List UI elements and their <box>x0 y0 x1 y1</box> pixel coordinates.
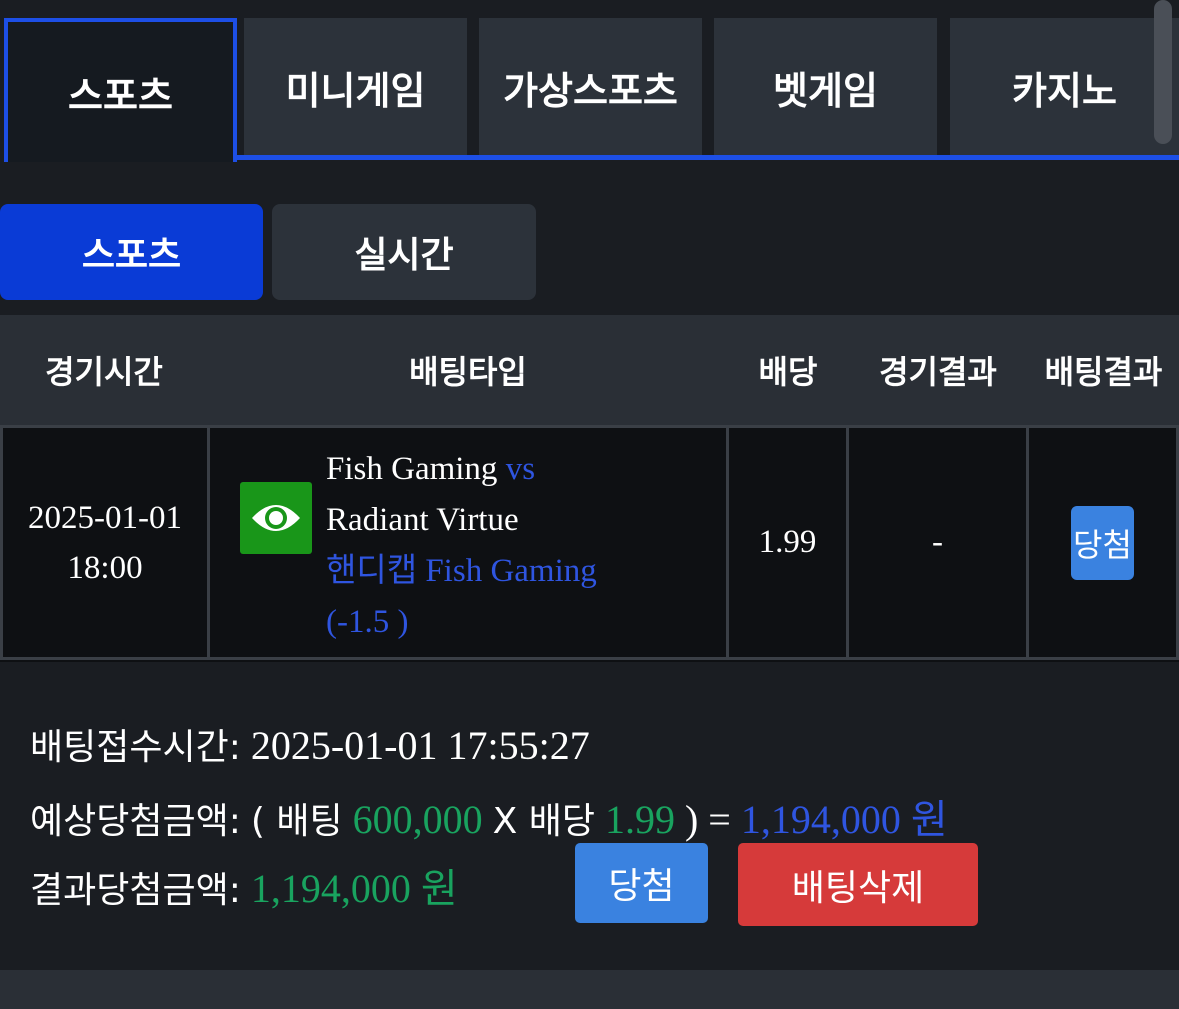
col-header-match-time: 경기시간 <box>45 353 163 391</box>
cell-match-time: 2025-01-01 18:00 <box>0 425 210 660</box>
subtab-label: 실시간 <box>354 235 454 276</box>
bet-result-badge[interactable]: 당첨 <box>1071 505 1134 580</box>
cell-bet-type: Fish Gaming vs Radiant Virtue 핸디캡 Fish G… <box>207 425 729 660</box>
odds-value: 1.99 <box>758 524 817 560</box>
tab-label: 미니게임 <box>285 68 426 113</box>
col-header-bet-result: 배팅결과 <box>1044 353 1163 391</box>
received-value: 2025-01-01 17:55:27 <box>250 723 590 768</box>
tab-minigame[interactable]: 미니게임 <box>244 18 467 156</box>
team-away: Radiant Virtue <box>326 502 519 538</box>
expected-open: ( 배팅 <box>250 801 343 842</box>
tab-label: 스포츠 <box>68 73 173 118</box>
handicap-value: (-1.5 ) <box>326 604 409 640</box>
tab-virtual-sports[interactable]: 가상스포츠 <box>479 18 702 156</box>
eye-icon[interactable] <box>240 482 312 554</box>
times-odds: X 배당 <box>492 801 595 842</box>
cell-match-result: - <box>846 425 1029 660</box>
subtab-label: 스포츠 <box>81 235 182 276</box>
match-result-value: - <box>932 524 943 560</box>
top-tab-bar: 스포츠 미니게임 가상스포츠 벳게임 카지노 <box>0 0 1179 162</box>
tab-casino[interactable]: 카지노 <box>950 18 1179 156</box>
tab-underline <box>234 155 1179 160</box>
bet-description: Fish Gaming vs Radiant Virtue 핸디캡 Fish G… <box>326 444 626 648</box>
cell-odds: 1.99 <box>726 425 849 660</box>
scrollbar[interactable] <box>1154 0 1172 144</box>
result-label: 결과당첨금액: <box>30 870 241 911</box>
expected-odds: 1.99 <box>604 797 675 842</box>
received-label: 배팅접수시간: <box>30 727 241 768</box>
result-amount: 1,194,000 원 <box>250 866 458 911</box>
expected-label: 예상당첨금액: <box>30 801 241 842</box>
cell-bet-result: 당첨 <box>1026 425 1179 660</box>
bet-type-label: 핸디캡 Fish Gaming <box>326 553 597 589</box>
subtab-sports[interactable]: 스포츠 <box>0 204 263 300</box>
tab-sports[interactable]: 스포츠 <box>4 18 237 162</box>
expected-win-line: 예상당첨금액: ( 배팅 600,000 X 배당 1.99 ) = 1,194… <box>30 787 948 845</box>
tab-label: 벳게임 <box>773 68 878 113</box>
table-header: 경기시간 배팅타입 배당 경기결과 배팅결과 <box>0 315 1179 425</box>
match-time: 18:00 <box>67 549 143 586</box>
team-home: Fish Gaming <box>326 451 498 487</box>
next-row-strip <box>0 970 1179 1009</box>
expected-amount: 1,194,000 원 <box>740 797 948 842</box>
table-row: 2025-01-01 18:00 Fish Gaming vs Radiant … <box>0 425 1179 662</box>
col-header-odds: 배당 <box>758 353 818 391</box>
bet-received-line: 배팅접수시간: 2025-01-01 17:55:27 <box>30 718 590 770</box>
win-button[interactable]: 당첨 <box>575 843 708 923</box>
vs-label: vs <box>505 451 536 487</box>
tab-label: 카지노 <box>1012 68 1117 113</box>
result-win-line: 결과당첨금액: 1,194,000 원 <box>30 856 458 914</box>
equals-sign: ) = <box>684 797 731 842</box>
match-date: 2025-01-01 <box>28 499 182 536</box>
tab-betgame[interactable]: 벳게임 <box>714 18 937 156</box>
delete-bet-button[interactable]: 배팅삭제 <box>738 843 978 926</box>
bet-amount: 600,000 <box>352 797 483 842</box>
col-header-bet-type: 배팅타입 <box>409 353 527 391</box>
tab-label: 가상스포츠 <box>503 68 678 113</box>
col-header-match-result: 경기결과 <box>879 353 997 391</box>
subtab-live[interactable]: 실시간 <box>272 204 536 300</box>
